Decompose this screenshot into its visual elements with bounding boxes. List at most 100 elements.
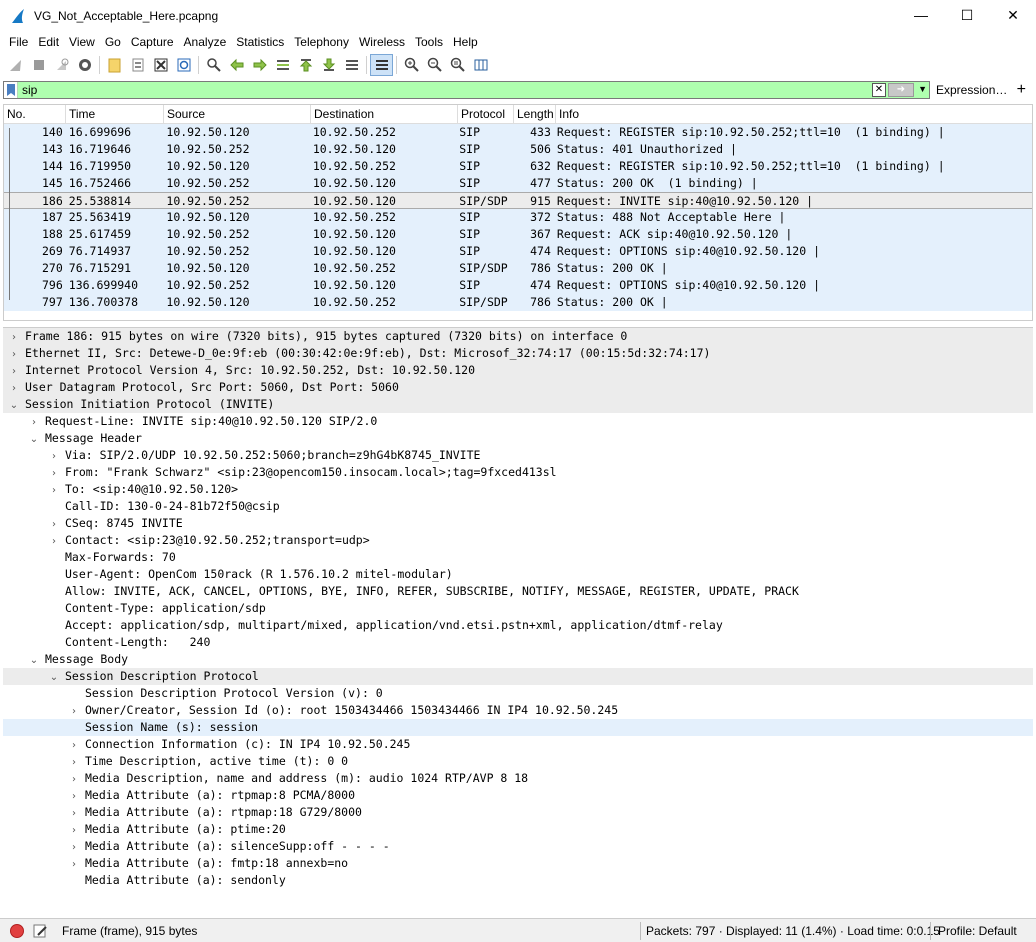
column-header-time[interactable]: Time xyxy=(66,105,164,124)
packet-row[interactable]: 796 136.699940 10.92.50.252 10.92.50.120 SIP… xyxy=(4,277,1032,294)
menu-telephony[interactable]: Telephony xyxy=(289,35,354,49)
last-packet-button[interactable] xyxy=(317,54,340,76)
chevron-down-icon[interactable]: ⌄ xyxy=(27,431,41,448)
detail-tree-item[interactable]: Content-Type: application/sdp xyxy=(3,600,1033,617)
chevron-right-icon[interactable]: › xyxy=(47,482,61,499)
chevron-right-icon[interactable]: › xyxy=(67,703,81,720)
column-header-length[interactable]: Length xyxy=(514,105,556,124)
detail-tree-item[interactable]: ⌄ Session Initiation Protocol (INVITE) xyxy=(3,396,1033,413)
zoom-normal-button[interactable] xyxy=(446,54,469,76)
close-file-button[interactable] xyxy=(149,54,172,76)
menu-analyze[interactable]: Analyze xyxy=(179,35,232,49)
column-header-no[interactable]: No. xyxy=(4,105,66,124)
zoom-out-button[interactable] xyxy=(423,54,446,76)
chevron-right-icon[interactable]: › xyxy=(27,414,41,431)
reload-file-button[interactable] xyxy=(172,54,195,76)
menu-view[interactable]: View xyxy=(64,35,100,49)
go-to-packet-button[interactable] xyxy=(271,54,294,76)
apply-filter-button[interactable]: ➜ xyxy=(888,83,914,97)
detail-tree-item[interactable]: › User Datagram Protocol, Src Port: 5060,… xyxy=(3,379,1033,396)
colorize-button[interactable] xyxy=(370,54,393,76)
menu-help[interactable]: Help xyxy=(448,35,483,49)
detail-tree-item[interactable]: ⌄ Message Body xyxy=(3,651,1033,668)
restart-capture-button[interactable] xyxy=(50,54,73,76)
open-file-button[interactable] xyxy=(103,54,126,76)
packet-row[interactable]: 143 16.719646 10.92.50.252 10.92.50.120 SIP 5… xyxy=(4,141,1032,158)
chevron-right-icon[interactable]: › xyxy=(47,448,61,465)
menu-capture[interactable]: Capture xyxy=(126,35,179,49)
column-header-destination[interactable]: Destination xyxy=(311,105,458,124)
filter-history-dropdown[interactable]: ▼ xyxy=(918,84,927,94)
chevron-right-icon[interactable]: › xyxy=(67,788,81,805)
start-capture-button[interactable] xyxy=(4,54,27,76)
detail-tree-item[interactable]: › Media Attribute (a): rtpmap:18 G729/800… xyxy=(3,804,1033,821)
menu-wireless[interactable]: Wireless xyxy=(354,35,410,49)
chevron-right-icon[interactable]: › xyxy=(67,771,81,788)
detail-tree-item[interactable]: Content-Length: 240 xyxy=(3,634,1033,651)
packet-row[interactable]: 140 16.699696 10.92.50.120 10.92.50.252 SIP 4… xyxy=(4,124,1032,141)
packet-row[interactable]: 270 76.715291 10.92.50.120 10.92.50.252 SIP/… xyxy=(4,260,1032,277)
menu-tools[interactable]: Tools xyxy=(410,35,448,49)
detail-tree-item[interactable]: › Media Attribute (a): fmtp:18 annexb=no xyxy=(3,855,1033,872)
detail-tree-item[interactable]: › Ethernet II, Src: Detewe-D_0e:9f:eb (00… xyxy=(3,345,1033,362)
detail-tree-item[interactable]: › Media Description, name and address (m)… xyxy=(3,770,1033,787)
detail-tree-item[interactable]: › Via: SIP/2.0/UDP 10.92.50.252:5060;bran… xyxy=(3,447,1033,464)
detail-tree-item[interactable]: › Connection Information (c): IN IP4 10.9… xyxy=(3,736,1033,753)
stop-capture-button[interactable] xyxy=(27,54,50,76)
column-header-protocol[interactable]: Protocol xyxy=(458,105,514,124)
add-filter-button[interactable]: + xyxy=(1017,81,1026,99)
go-forward-button[interactable] xyxy=(248,54,271,76)
chevron-down-icon[interactable]: ⌄ xyxy=(27,652,41,669)
detail-tree-item[interactable]: › Media Attribute (a): rtpmap:8 PCMA/8000 xyxy=(3,787,1033,804)
chevron-right-icon[interactable]: › xyxy=(67,805,81,822)
display-filter-input[interactable] xyxy=(18,82,858,98)
chevron-right-icon[interactable]: › xyxy=(7,329,21,346)
maximize-button[interactable]: ☐ xyxy=(944,0,990,30)
detail-tree-item[interactable]: › Contact: <sip:23@10.92.50.252;transport… xyxy=(3,532,1033,549)
packet-row[interactable]: 187 25.563419 10.92.50.120 10.92.50.252 SIP 3… xyxy=(4,209,1032,226)
detail-tree-item[interactable]: › Request-Line: INVITE sip:40@10.92.50.12… xyxy=(3,413,1033,430)
chevron-right-icon[interactable]: › xyxy=(47,465,61,482)
detail-tree-item[interactable]: Accept: application/sdp, multipart/mixed… xyxy=(3,617,1033,634)
detail-tree-item[interactable]: ⌄ Message Header xyxy=(3,430,1033,447)
chevron-right-icon[interactable]: › xyxy=(67,822,81,839)
packet-row[interactable]: 186 25.538814 10.92.50.252 10.92.50.120 SIP/… xyxy=(4,192,1032,209)
chevron-right-icon[interactable]: › xyxy=(47,516,61,533)
menu-go[interactable]: Go xyxy=(100,35,126,49)
find-packet-button[interactable] xyxy=(202,54,225,76)
packet-row[interactable]: 797 136.700378 10.92.50.120 10.92.50.252 SIP… xyxy=(4,294,1032,311)
column-header-source[interactable]: Source xyxy=(164,105,311,124)
close-button[interactable]: ✕ xyxy=(990,0,1036,30)
detail-tree-item[interactable]: › CSeq: 8745 INVITE xyxy=(3,515,1033,532)
detail-tree-item[interactable]: Call-ID: 130-0-24-81b72f50@csip xyxy=(3,498,1033,515)
detail-tree-item[interactable]: › Media Attribute (a): silenceSupp:off - … xyxy=(3,838,1033,855)
resize-columns-button[interactable] xyxy=(469,54,492,76)
clear-filter-button[interactable]: ✕ xyxy=(872,83,886,97)
edit-comment-icon[interactable] xyxy=(32,923,48,939)
chevron-right-icon[interactable]: › xyxy=(67,856,81,873)
status-profile-text[interactable]: Profile: Default xyxy=(938,924,1017,938)
go-back-button[interactable] xyxy=(225,54,248,76)
detail-tree-item[interactable]: Media Attribute (a): sendonly xyxy=(3,872,1033,889)
chevron-down-icon[interactable]: ⌄ xyxy=(7,397,21,414)
column-header-info[interactable]: Info xyxy=(556,105,1026,124)
chevron-right-icon[interactable]: › xyxy=(47,533,61,550)
chevron-right-icon[interactable]: › xyxy=(67,737,81,754)
detail-tree-item[interactable]: Session Name (s): session xyxy=(3,719,1033,736)
first-packet-button[interactable] xyxy=(294,54,317,76)
detail-tree-item[interactable]: Session Description Protocol Version (v)… xyxy=(3,685,1033,702)
filter-bookmark-button[interactable] xyxy=(4,82,18,98)
expression-button[interactable]: Expression… xyxy=(936,83,1007,97)
capture-options-button[interactable] xyxy=(73,54,96,76)
chevron-down-icon[interactable]: ⌄ xyxy=(47,669,61,686)
autoscroll-button[interactable] xyxy=(340,54,363,76)
menu-edit[interactable]: Edit xyxy=(33,35,64,49)
chevron-right-icon[interactable]: › xyxy=(7,363,21,380)
detail-tree-item[interactable]: › From: "Frank Schwarz" <sip:23@opencom15… xyxy=(3,464,1033,481)
detail-tree-item[interactable]: Allow: INVITE, ACK, CANCEL, OPTIONS, BYE… xyxy=(3,583,1033,600)
packet-row[interactable]: 188 25.617459 10.92.50.252 10.92.50.120 SIP 3… xyxy=(4,226,1032,243)
detail-tree-item[interactable]: Max-Forwards: 70 xyxy=(3,549,1033,566)
detail-tree-item[interactable]: › Media Attribute (a): ptime:20 xyxy=(3,821,1033,838)
detail-tree-item[interactable]: › Internet Protocol Version 4, Src: 10.92… xyxy=(3,362,1033,379)
detail-tree-item[interactable]: › To: <sip:40@10.92.50.120> xyxy=(3,481,1033,498)
